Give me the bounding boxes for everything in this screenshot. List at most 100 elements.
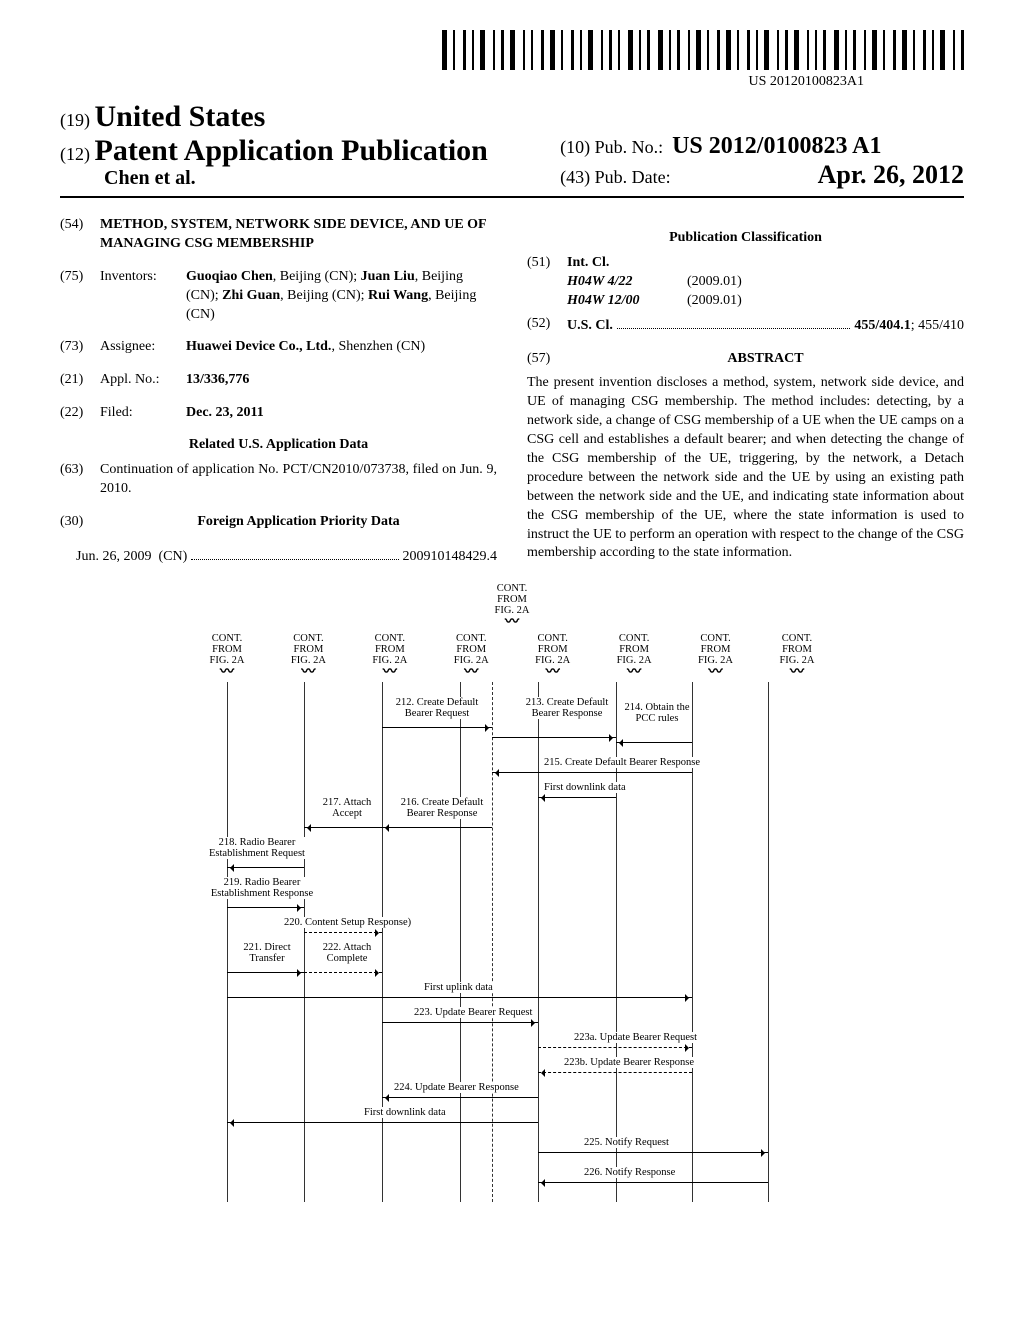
filed-value: Dec. 23, 2011	[186, 405, 264, 420]
msg-215: 215. Create Default Bearer Response	[542, 757, 702, 768]
lanes: 212. Create Default Bearer Request 213. …	[192, 682, 832, 1202]
msg-218: 218. Radio Bearer Establishment Request	[202, 837, 312, 859]
msg-217: 217. Attach Accept	[312, 797, 382, 819]
assignee-label: Assignee:	[100, 338, 186, 357]
intcl-code: (51)	[527, 254, 567, 311]
lane	[492, 682, 493, 1202]
msg-224: 224. Update Bearer Response	[392, 1082, 521, 1093]
arrow	[227, 1122, 538, 1123]
continuation-field: (63) Continuation of application No. PCT…	[60, 461, 497, 499]
applno-label: Appl. No.:	[100, 371, 186, 390]
uscl-label: U.S. Cl.	[567, 317, 613, 336]
country-prefix: (19)	[60, 110, 90, 130]
intcl-field: (51) Int. Cl. H04W 4/22 (2009.01) H04W 1…	[527, 254, 964, 311]
arrow	[538, 1072, 692, 1073]
msg-212: 212. Create Default Bearer Request	[387, 697, 487, 719]
title: METHOD, SYSTEM, NETWORK SIDE DEVICE, AND…	[100, 217, 486, 251]
lane	[538, 682, 539, 1202]
related-heading: Related U.S. Application Data	[60, 437, 497, 453]
intcl-label: Int. Cl.	[567, 255, 609, 270]
inventors-label: Inventors:	[100, 268, 186, 325]
cont-row: CONT.FROMFIG. 2A〰 CONT.FROMFIG. 2A〰 CONT…	[192, 633, 832, 681]
msg-214: 214. Obtain the PCC rules	[622, 702, 692, 724]
arrow	[304, 972, 382, 973]
pubdate-label: Pub. Date:	[595, 167, 671, 187]
continuation-code: (63)	[60, 461, 100, 499]
msg-first-ul: First uplink data	[422, 982, 495, 993]
kind-line: (12) Patent Application Publication	[60, 134, 530, 167]
arrow	[227, 907, 304, 908]
barcode-area: US 20120100823A1	[60, 30, 964, 90]
msg-223: 223. Update Bearer Request	[412, 1007, 534, 1018]
abstract-text: The present invention discloses a method…	[527, 374, 964, 563]
inventors-value: Guoqiao Chen, Beijing (CN); Juan Liu, Be…	[186, 268, 497, 325]
intcl-ver: (2009.01)	[687, 292, 742, 311]
foreign-cc: (CN)	[158, 549, 187, 565]
figure-wrap: CONT.FROMFIG. 2A〰 CONT.FROMFIG. 2A〰 CONT…	[60, 583, 964, 1202]
title-code: (54)	[60, 216, 100, 254]
pubno: US 2012/0100823 A1	[672, 133, 881, 159]
arrow	[538, 797, 616, 798]
cont-label: CONT.FROMFIG. 2A〰	[599, 633, 669, 681]
applno-code: (21)	[60, 371, 100, 390]
cont-label: CONT.FROMFIG. 2A〰	[355, 633, 425, 681]
abstract-heading-row: (57) ABSTRACT	[527, 350, 964, 369]
filed-code: (22)	[60, 404, 100, 423]
msg-223b: 223b. Update Bearer Response	[562, 1057, 696, 1068]
pubdate: Apr. 26, 2012	[818, 160, 964, 190]
msg-221: 221. Direct Transfer	[232, 942, 302, 964]
arrow	[382, 1097, 538, 1098]
foreign-date: Jun. 26, 2009	[76, 549, 151, 565]
foreign-priority-line: Jun. 26, 2009 (CN) 200910148429.4	[76, 546, 497, 565]
kind: Patent Application Publication	[95, 134, 488, 167]
arrow	[382, 727, 492, 728]
msg-225: 225. Notify Request	[582, 1137, 671, 1148]
foreign-code: (30)	[60, 513, 100, 532]
pubno-prefix: (10)	[560, 137, 590, 157]
assignee-code: (73)	[60, 338, 100, 357]
inventors-field: (75) Inventors: Guoqiao Chen, Beijing (C…	[60, 268, 497, 325]
uscl-field: (52) U.S. Cl. 455/404.1; 455/410	[527, 315, 964, 336]
filed-field: (22) Filed: Dec. 23, 2011	[60, 404, 497, 423]
arrow	[616, 742, 692, 743]
cont-label: CONT.FROMFIG. 2A〰	[762, 633, 832, 681]
biblio-left: (54) METHOD, SYSTEM, NETWORK SIDE DEVICE…	[60, 216, 497, 565]
arrow	[382, 827, 492, 828]
inventors-code: (75)	[60, 268, 100, 325]
pubno-line: (10) Pub. No.: US 2012/0100823 A1	[560, 133, 964, 160]
sequence-diagram: CONT.FROMFIG. 2A〰 CONT.FROMFIG. 2A〰 CONT…	[192, 583, 832, 1202]
arrow	[538, 1182, 768, 1183]
applno-field: (21) Appl. No.: 13/336,776	[60, 371, 497, 390]
msg-222: 222. Attach Complete	[312, 942, 382, 964]
barcode-text: US 20120100823A1	[748, 74, 864, 90]
msg-213: 213. Create Default Bearer Response	[522, 697, 612, 719]
biblio-right: Publication Classification (51) Int. Cl.…	[527, 216, 964, 565]
arrow	[492, 737, 616, 738]
msg-220: 220. Content Setup Response)	[282, 917, 413, 928]
abstract-code: (57)	[527, 350, 567, 369]
intcl-class: H04W 12/00	[567, 292, 687, 311]
pubno-label: Pub. No.:	[595, 137, 664, 157]
arrow	[304, 932, 382, 933]
applno-value: 13/336,776	[186, 372, 249, 387]
intcl-row: H04W 4/22 (2009.01)	[567, 273, 964, 292]
cont-label: CONT.FROMFIG. 2A〰	[273, 633, 343, 681]
assignee-field: (73) Assignee: Huawei Device Co., Ltd., …	[60, 338, 497, 357]
arrow	[538, 1047, 692, 1048]
applicant-line: Chen et al.	[104, 167, 530, 190]
cont-center: CONT.FROMFIG. 2A〰	[192, 583, 832, 631]
assignee-value: Huawei Device Co., Ltd., Shenzhen (CN)	[186, 338, 497, 357]
cont-label: CONT.FROMFIG. 2A〰	[518, 633, 588, 681]
arrow	[382, 1022, 538, 1023]
intcl-ver: (2009.01)	[687, 273, 742, 292]
pubdate-line: (43) Pub. Date: Apr. 26, 2012	[560, 160, 964, 190]
pubclass-heading: Publication Classification	[527, 230, 964, 246]
abstract-label: ABSTRACT	[727, 351, 803, 366]
cont-label: CONT.FROMFIG. 2A〰	[436, 633, 506, 681]
header-row: (19) United States (12) Patent Applicati…	[60, 100, 964, 190]
pubdate-prefix: (43)	[560, 167, 590, 187]
cont-label: CONT.FROMFIG. 2A〰	[192, 633, 262, 681]
arrow	[227, 997, 692, 998]
country: United States	[95, 100, 266, 133]
msg-226: 226. Notify Response	[582, 1167, 677, 1178]
